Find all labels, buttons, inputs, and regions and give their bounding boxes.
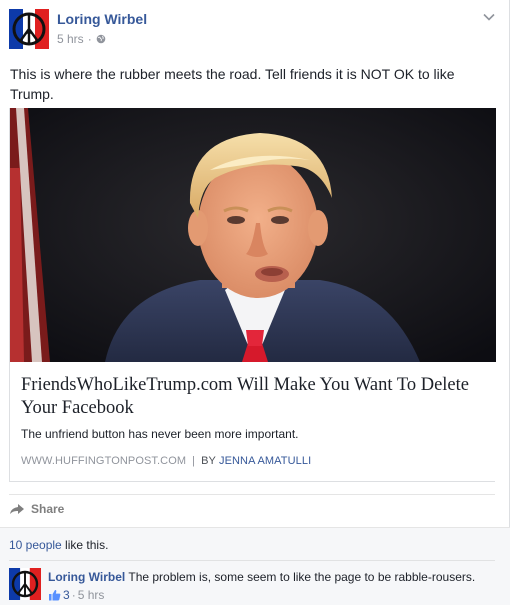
author-avatar[interactable] xyxy=(9,9,49,49)
link-byline: BY JENNA AMATULLI xyxy=(201,455,311,467)
post-meta: 5 hrs · xyxy=(57,32,106,46)
link-title[interactable]: FriendsWhoLikeTrump.com Will Make You Wa… xyxy=(21,374,485,420)
globe-icon[interactable] xyxy=(96,34,106,44)
thumbs-up-icon[interactable] xyxy=(48,589,61,601)
likes-summary: 10 people like this. xyxy=(9,538,108,552)
likes-count-link[interactable]: 10 people xyxy=(9,538,62,552)
link-source: WWW.HUFFINGTONPOST.COM | BY JENNA AMATUL… xyxy=(21,455,311,467)
comment-body: The problem is, some seem to like the pa… xyxy=(128,570,476,584)
portrait-photo xyxy=(10,108,496,362)
comment-meta-separator: · xyxy=(71,588,76,602)
share-button[interactable]: Share xyxy=(9,502,64,516)
comment-meta: 3 · 5 hrs xyxy=(48,588,104,602)
actions-divider xyxy=(9,494,495,495)
comment-timestamp[interactable]: 5 hrs xyxy=(78,588,105,602)
meta-separator: · xyxy=(87,32,92,46)
chevron-down-icon[interactable] xyxy=(483,12,495,22)
link-author[interactable]: JENNA AMATULLI xyxy=(219,455,311,467)
share-label: Share xyxy=(31,502,65,516)
link-preview-image[interactable] xyxy=(10,108,496,362)
comment-like-count[interactable]: 3 xyxy=(63,588,70,602)
tricolor-peace-avatar-icon xyxy=(9,9,49,49)
comment-author-name[interactable]: Loring Wirbel xyxy=(48,570,125,584)
link-preview-body[interactable]: FriendsWhoLikeTrump.com Will Make You Wa… xyxy=(10,362,496,481)
source-separator: | xyxy=(192,455,196,467)
byline-prefix: BY xyxy=(201,455,216,467)
comment-author-avatar[interactable] xyxy=(9,568,41,600)
feed-post: Loring Wirbel 5 hrs · This is where the … xyxy=(0,0,510,605)
post-author-name[interactable]: Loring Wirbel xyxy=(57,11,147,27)
post-timestamp[interactable]: 5 hrs xyxy=(57,32,84,46)
likes-suffix: like this. xyxy=(61,538,109,552)
link-description: The unfriend button has never been more … xyxy=(21,427,299,441)
comment: Loring Wirbel The problem is, some seem … xyxy=(48,570,475,584)
share-arrow-icon xyxy=(10,504,24,514)
link-preview-card[interactable]: FriendsWhoLikeTrump.com Will Make You Wa… xyxy=(9,108,496,482)
link-domain: WWW.HUFFINGTONPOST.COM xyxy=(21,455,187,467)
feedback-section: 10 people like this. Loring Wirbel The p… xyxy=(0,527,510,605)
post-text: This is where the rubber meets the road.… xyxy=(10,66,455,102)
comments-divider xyxy=(9,560,495,561)
tricolor-peace-avatar-icon xyxy=(9,568,41,600)
